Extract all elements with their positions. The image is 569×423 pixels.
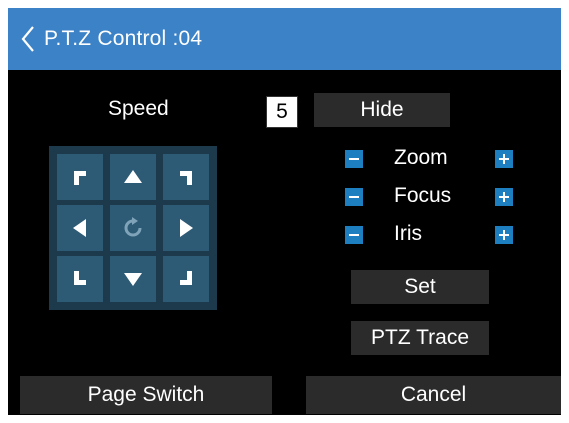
focus-minus-button[interactable] — [345, 188, 363, 206]
set-button[interactable]: Set — [351, 270, 489, 304]
auto-rotate-button[interactable] — [110, 205, 156, 251]
arrow-up-icon — [124, 170, 142, 183]
arrow-down-left-icon — [74, 271, 86, 285]
zoom-plus-button[interactable] — [495, 150, 513, 168]
pan-left-button[interactable] — [57, 205, 103, 251]
ptz-control-screen: P.T.Z Control :04 Speed 5 Hide Zoom Focu… — [8, 8, 561, 415]
focus-plus-button[interactable] — [495, 188, 513, 206]
title-bar: P.T.Z Control :04 — [8, 8, 561, 70]
arrow-up-right-icon — [180, 171, 192, 185]
plus-icon — [499, 230, 509, 240]
auto-rotate-icon — [124, 217, 142, 237]
tilt-up-button[interactable] — [110, 154, 156, 200]
back-button[interactable] — [20, 24, 42, 54]
arrow-right-icon — [180, 219, 193, 237]
zoom-minus-button[interactable] — [345, 150, 363, 168]
ptz-trace-button[interactable]: PTZ Trace — [351, 321, 489, 355]
chevron-left-icon — [21, 26, 34, 52]
iris-plus-button[interactable] — [495, 226, 513, 244]
minus-icon — [349, 234, 359, 236]
pan-down-left-button[interactable] — [57, 256, 103, 302]
pan-down-right-button[interactable] — [163, 256, 209, 302]
hide-button[interactable]: Hide — [314, 93, 450, 127]
arrow-up-left-icon — [74, 171, 86, 185]
pan-up-left-button[interactable] — [57, 154, 103, 200]
page-switch-button[interactable]: Page Switch — [20, 376, 272, 414]
focus-label: Focus — [394, 184, 452, 207]
page-title: P.T.Z Control :04 — [44, 27, 203, 50]
speed-label: Speed — [108, 97, 169, 120]
tilt-down-button[interactable] — [110, 256, 156, 302]
speed-input[interactable]: 5 — [266, 96, 298, 128]
pan-right-button[interactable] — [163, 205, 209, 251]
zoom-label: Zoom — [394, 146, 448, 169]
arrow-down-right-icon — [180, 271, 192, 285]
iris-minus-button[interactable] — [345, 226, 363, 244]
direction-pad — [49, 146, 217, 310]
pan-up-right-button[interactable] — [163, 154, 209, 200]
plus-icon — [499, 154, 509, 164]
iris-label: Iris — [394, 222, 422, 245]
arrow-down-icon — [124, 273, 142, 286]
minus-icon — [349, 158, 359, 160]
minus-icon — [349, 196, 359, 198]
cancel-button[interactable]: Cancel — [306, 376, 561, 414]
arrow-left-icon — [73, 219, 86, 237]
plus-icon — [499, 192, 509, 202]
